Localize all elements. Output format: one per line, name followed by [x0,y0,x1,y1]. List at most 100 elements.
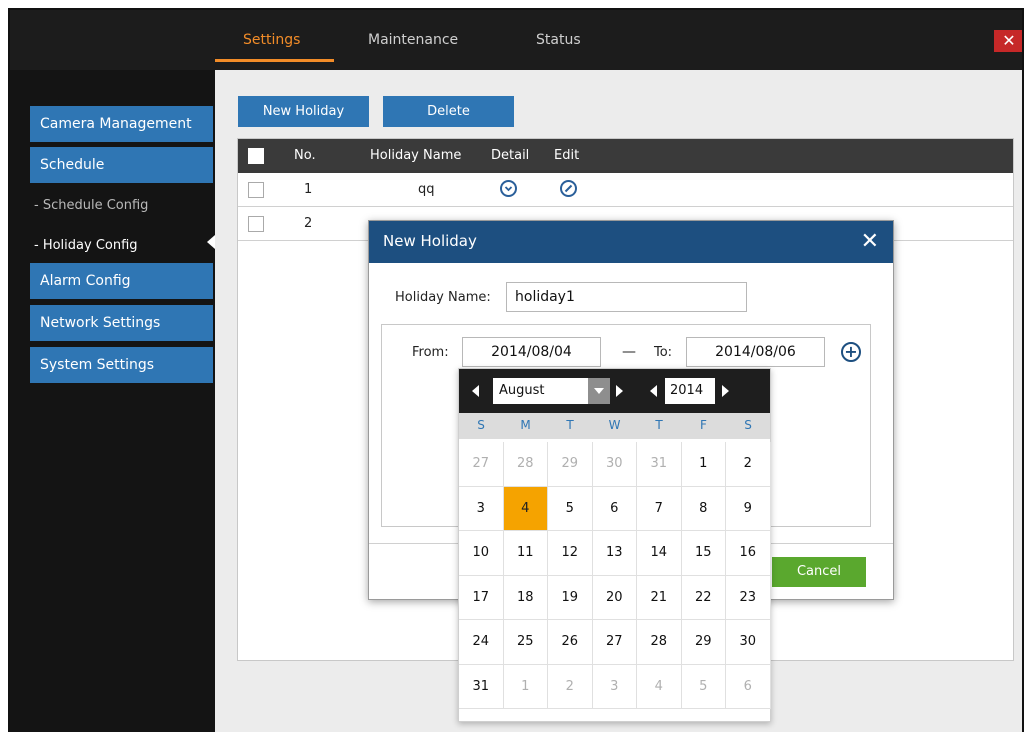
calendar-day[interactable]: 17 [459,575,504,620]
delete-button[interactable]: Delete [383,96,514,127]
table-header: No. Holiday Name Detail Edit [238,139,1013,173]
from-label: From: [412,345,449,360]
calendar-day[interactable]: 28 [503,442,548,487]
calendar-day[interactable]: 18 [503,575,548,620]
calendar-day[interactable]: 23 [726,575,771,620]
calendar-day[interactable]: 27 [459,442,504,487]
calendar-day[interactable]: 31 [459,664,504,709]
weekday-header-row: SMTWTFS [459,413,770,439]
column-header-no: No. [294,148,316,163]
calendar-day[interactable]: 4 [637,664,682,709]
sidebar-item-schedule[interactable]: Schedule [30,147,213,183]
app-window: Settings Maintenance Status ✕ Camera Man… [8,8,1024,732]
column-header-edit: Edit [554,148,580,163]
tab-maintenance[interactable]: Maintenance [368,32,458,48]
sidebar-item-holiday-config[interactable]: - Holiday Config [34,238,138,253]
dialog-title: New Holiday [383,232,477,250]
calendar-day[interactable]: 7 [637,486,682,531]
calendar-day[interactable]: 20 [592,575,637,620]
holiday-name-label: Holiday Name: [395,290,491,305]
chevron-down-icon[interactable] [500,180,517,197]
table-row: 1 qq [238,173,1013,207]
calendar-day[interactable]: 13 [592,531,637,576]
tab-settings[interactable]: Settings [243,32,300,48]
month-select[interactable]: August [493,378,610,404]
calendar-day[interactable]: 31 [637,442,682,487]
calendar-day[interactable]: 16 [726,531,771,576]
calendar-day[interactable]: 2 [548,664,593,709]
calendar-day[interactable]: 19 [548,575,593,620]
month-select-value: August [499,383,545,398]
calendar-day[interactable]: 8 [681,486,726,531]
calendar-day[interactable]: 10 [459,531,504,576]
calendar-day[interactable]: 12 [548,531,593,576]
sidebar-item-alarm-config[interactable]: Alarm Config [30,263,213,299]
calendar-day[interactable]: 3 [592,664,637,709]
calendar-day[interactable]: 30 [726,620,771,665]
weekday-label: W [608,418,621,432]
prev-month-arrow-icon[interactable] [472,385,479,397]
next-year-arrow-icon[interactable] [722,385,729,397]
row-holiday-name: qq [418,182,435,197]
calendar-day[interactable]: 14 [637,531,682,576]
calendar-day[interactable]: 4 [503,486,548,531]
edit-pencil-icon[interactable] [560,180,577,197]
weekday-label: F [700,418,707,432]
tab-status[interactable]: Status [536,32,581,48]
year-select[interactable]: 2014 [665,378,715,404]
cancel-button[interactable]: Cancel [772,557,866,587]
row-checkbox[interactable] [248,182,264,198]
calendar-day[interactable]: 3 [459,486,504,531]
calendar-day[interactable]: 2 [726,442,771,487]
next-month-arrow-icon[interactable] [616,385,623,397]
weekday-label: S [744,418,752,432]
calendar-day[interactable]: 28 [637,620,682,665]
calendar-day[interactable]: 22 [681,575,726,620]
prev-year-arrow-icon[interactable] [650,385,657,397]
weekday-label: T [566,418,574,432]
calendar-day[interactable]: 5 [548,486,593,531]
sidebar-item-network-settings[interactable]: Network Settings [30,305,213,341]
sidebar-item-schedule-config[interactable]: - Schedule Config [34,198,148,213]
dialog-close-button[interactable]: ✕ [861,229,879,254]
calendar-day[interactable]: 9 [726,486,771,531]
range-dash: — [622,344,636,360]
sidebar-item-camera-management[interactable]: Camera Management [30,106,213,142]
weekday-label: M [520,418,531,432]
calendar-day[interactable]: 6 [726,664,771,709]
calendar-day[interactable]: 29 [548,442,593,487]
calendar-day[interactable]: 1 [681,442,726,487]
row-number: 2 [304,216,313,231]
column-header-holiday-name: Holiday Name [370,148,462,163]
calendar-day[interactable]: 29 [681,620,726,665]
calendar-day[interactable]: 26 [548,620,593,665]
calendar-day[interactable]: 24 [459,620,504,665]
calendar-day[interactable]: 27 [592,620,637,665]
calendar-day[interactable]: 21 [637,575,682,620]
holiday-name-input[interactable]: holiday1 [506,282,747,312]
dropdown-arrow-icon [588,378,610,404]
add-range-plus-icon[interactable]: + [841,342,861,362]
calendar-day[interactable]: 11 [503,531,548,576]
sidebar-item-system-settings[interactable]: System Settings [30,347,213,383]
to-label: To: [654,345,673,360]
calendar-day[interactable]: 5 [681,664,726,709]
new-holiday-button[interactable]: New Holiday [238,96,369,127]
to-date-input[interactable]: 2014/08/06 [686,337,825,367]
column-header-detail: Detail [491,148,530,163]
window-close-button[interactable]: ✕ [994,30,1022,52]
select-all-checkbox[interactable] [248,148,264,164]
row-number: 1 [304,182,313,197]
active-tab-indicator [215,59,334,62]
sidebar: Camera Management Schedule - Schedule Co… [10,70,215,732]
active-item-pointer [207,235,215,249]
calendar-day[interactable]: 25 [503,620,548,665]
date-picker-calendar: August 2014 SMTWTFS 27 28 29 30 31 1 2 3 4 5 6 7 8 9 1… [458,368,771,722]
from-date-input[interactable]: 2014/08/04 [462,337,601,367]
calendar-header: August 2014 [459,369,770,413]
calendar-day[interactable]: 30 [592,442,637,487]
calendar-day[interactable]: 15 [681,531,726,576]
calendar-day[interactable]: 1 [503,664,548,709]
row-checkbox[interactable] [248,216,264,232]
calendar-day[interactable]: 6 [592,486,637,531]
